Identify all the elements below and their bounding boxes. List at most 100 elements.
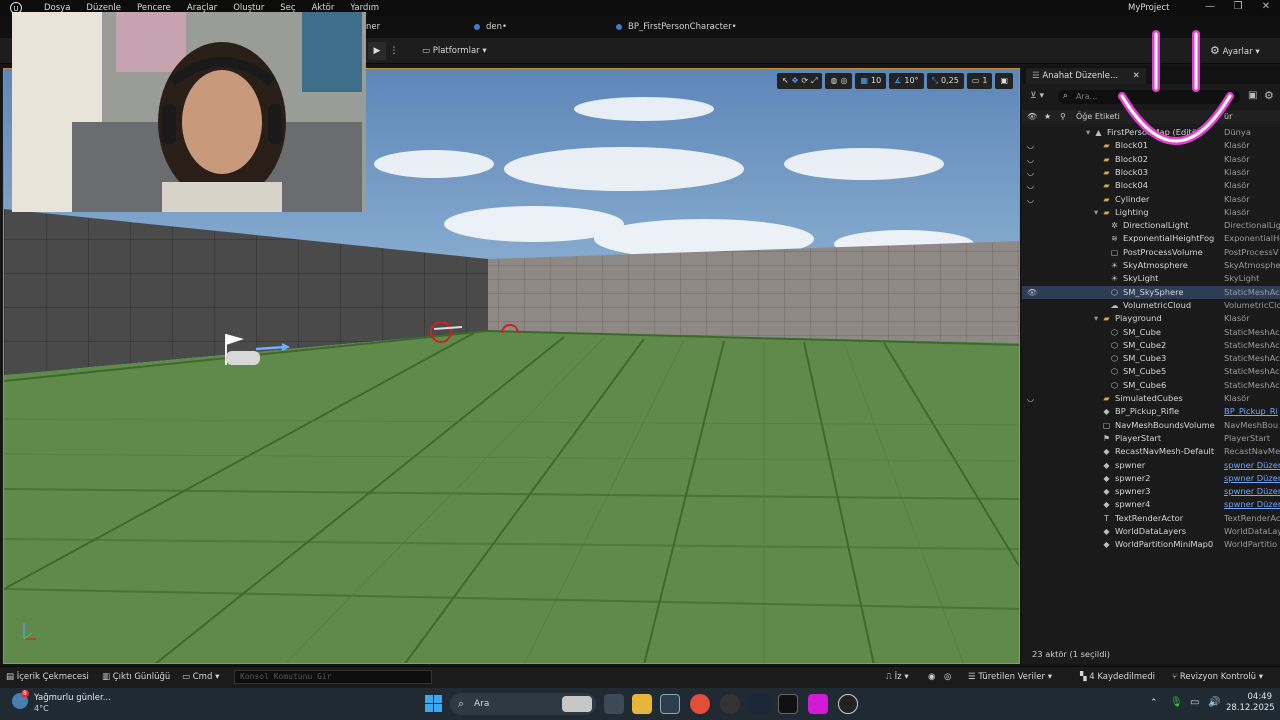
derived-data-button[interactable]: ☰ Türetilen Veriler ▾: [968, 671, 1052, 683]
outliner-row[interactable]: ◆ spwner3 spwner Düzer: [1022, 485, 1280, 498]
outliner-row[interactable]: ✲ DirectionalLight DirectionalLig: [1022, 219, 1280, 232]
outliner-row[interactable]: ▾ ▰ Playground Klasör: [1022, 312, 1280, 325]
visibility-eye-icon[interactable]: 👁: [1027, 286, 1037, 299]
outliner-item-type[interactable]: BP_Pickup_Ri: [1224, 405, 1280, 418]
filter-icon[interactable]: ⊻ ▾: [1030, 91, 1044, 101]
outliner-row[interactable]: ☁ VolumetricCloud VolumetricClo: [1022, 299, 1280, 312]
rotation-snap[interactable]: ∡ 10°: [889, 73, 924, 89]
outliner-row[interactable]: ◆ spwner spwner Düzer: [1022, 459, 1280, 472]
visibility-eye-icon[interactable]: ◡: [1027, 392, 1034, 405]
weather-text[interactable]: Yağmurlu günler...: [34, 693, 111, 703]
outliner-row[interactable]: ▢ PostProcessVolume PostProcessV: [1022, 246, 1280, 259]
windows-start-icon[interactable]: [425, 695, 442, 712]
github-icon[interactable]: [720, 694, 740, 714]
expand-arrow-icon[interactable]: ▾: [1094, 206, 1102, 219]
outliner-row[interactable]: ◡ ▰ Cylinder Klasör: [1022, 193, 1280, 206]
file-explorer-icon[interactable]: [632, 694, 652, 714]
coordinate-space[interactable]: ◍ ◎: [825, 73, 853, 89]
translate-icon[interactable]: ✥: [792, 73, 799, 89]
outliner-row[interactable]: ▢ NavMeshBoundsVolume NavMeshBou: [1022, 419, 1280, 432]
visibility-eye-icon[interactable]: ◡: [1027, 153, 1034, 166]
output-log-button[interactable]: ▥ Çıktı Günlüğü: [102, 671, 170, 683]
outliner-row[interactable]: ◆ BP_Pickup_Rifle BP_Pickup_Ri: [1022, 405, 1280, 418]
microphone-icon[interactable]: 🎙: [1170, 697, 1183, 708]
outliner-item-name: ▾ ▰ Playground: [1094, 312, 1162, 325]
outliner-row[interactable]: ≋ ExponentialHeightFog ExponentialHe: [1022, 232, 1280, 245]
outliner-row[interactable]: ▾ ▰ Lighting Klasör: [1022, 206, 1280, 219]
scale-icon[interactable]: ⤢: [811, 73, 817, 89]
outliner-row[interactable]: ⬡ SM_Cube5 StaticMeshAc: [1022, 365, 1280, 378]
transform-tools[interactable]: ↖ ✥ ⟳ ⤢: [776, 73, 823, 89]
unreal-editor-icon[interactable]: [838, 694, 858, 714]
network-icon[interactable]: ▭: [1190, 697, 1199, 708]
visibility-eye-icon[interactable]: ◡: [1027, 166, 1034, 179]
add-folder-icon[interactable]: ▣: [1248, 90, 1257, 101]
record-icon[interactable]: ◉: [928, 671, 935, 683]
tab-den[interactable]: den•: [474, 16, 507, 38]
content-drawer-button[interactable]: ▤ İçerik Çekmecesi: [6, 671, 89, 683]
outliner-row[interactable]: ⬡ SM_Cube StaticMeshAc: [1022, 326, 1280, 339]
weather-icon[interactable]: 8: [12, 690, 29, 709]
app-pink-icon[interactable]: [808, 694, 828, 714]
outliner-row[interactable]: ◡ ▰ Block03 Klasör: [1022, 166, 1280, 179]
close-icon[interactable]: ✕: [1258, 1, 1274, 12]
outliner-row[interactable]: T TextRenderActor TextRenderAc: [1022, 512, 1280, 525]
outliner-row[interactable]: ◆ RecastNavMesh-Default RecastNavMe: [1022, 445, 1280, 458]
outliner-item-name: ☀ SkyLight: [1102, 272, 1159, 285]
expand-arrow-icon[interactable]: ▾: [1094, 312, 1102, 325]
scale-snap[interactable]: ⤡ 0,25: [926, 73, 964, 89]
unsaved-button[interactable]: ▚ 4 Kaydedilmedi: [1080, 671, 1155, 683]
folder-icon: ▰: [1103, 181, 1110, 191]
settings-gear-icon[interactable]: ⚙: [1264, 89, 1274, 102]
outliner-item-type[interactable]: spwner Düzer: [1224, 472, 1280, 485]
trace-dropdown[interactable]: ⎍ İz ▾: [886, 671, 909, 683]
outliner-row[interactable]: ☀ SkyAtmosphere SkyAtmosphe: [1022, 259, 1280, 272]
visibility-eye-icon[interactable]: ◡: [1027, 139, 1034, 152]
tab-level[interactable]: ner: [366, 16, 380, 38]
outliner-row[interactable]: ◆ WorldPartitionMiniMap0 WorldPartitio: [1022, 538, 1280, 551]
outliner-row[interactable]: 👁 ⬡ SM_SkySphere StaticMeshAc: [1022, 285, 1280, 299]
store-icon[interactable]: [660, 694, 680, 714]
outliner-item-type[interactable]: spwner Düzer: [1224, 459, 1280, 472]
rotate-icon[interactable]: ⟳: [801, 73, 808, 89]
outliner-row[interactable]: ◆ spwner2 spwner Düzer: [1022, 472, 1280, 485]
outliner-item-type[interactable]: spwner Düzer: [1224, 485, 1280, 498]
outliner-item-name: ◆ BP_Pickup_Rifle: [1094, 405, 1179, 418]
outliner-row[interactable]: ⬡ SM_Cube3 StaticMeshAc: [1022, 352, 1280, 365]
minimize-icon[interactable]: —: [1202, 1, 1218, 12]
task-view-icon[interactable]: [604, 694, 624, 714]
platforms-button[interactable]: ▭ Platformlar ▾: [422, 42, 487, 60]
outliner-row[interactable]: ◡ ▰ Block04 Klasör: [1022, 179, 1280, 192]
project-name: MyProject: [1128, 3, 1170, 13]
restore-icon[interactable]: ❐: [1230, 1, 1246, 12]
chevron-up-icon[interactable]: ⌃: [1150, 698, 1158, 708]
outliner-item-type: Klasör: [1224, 166, 1250, 177]
volume-icon[interactable]: 🔊: [1208, 697, 1220, 708]
outliner-row[interactable]: ◡ ▰ SimulatedCubes Klasör: [1022, 392, 1280, 405]
revision-control-button[interactable]: ⑂ Revizyon Kontrolü ▾: [1172, 671, 1263, 683]
play-icon[interactable]: ▶: [368, 42, 386, 60]
tab-bp-firstpersoncharacter[interactable]: BP_FirstPersonCharacter•: [616, 16, 737, 38]
outliner-row[interactable]: ◆ WorldDataLayers WorldDataLay: [1022, 525, 1280, 538]
epic-games-icon[interactable]: [778, 694, 798, 714]
steam-icon[interactable]: [750, 694, 770, 714]
visibility-eye-icon[interactable]: ◡: [1027, 193, 1034, 206]
taskbar-clock[interactable]: 04:49 28.12.2025: [1226, 692, 1275, 714]
grid-snap[interactable]: ▦ 10: [855, 73, 887, 89]
outliner-row[interactable]: ☀ SkyLight SkyLight: [1022, 272, 1280, 285]
camera-capture-icon[interactable]: ◎: [944, 671, 951, 683]
outliner-row[interactable]: ⚑ PlayerStart PlayerStart: [1022, 432, 1280, 445]
visibility-eye-icon[interactable]: ◡: [1027, 179, 1034, 192]
chrome-icon[interactable]: [690, 694, 710, 714]
outliner-item-type[interactable]: spwner Düzer: [1224, 498, 1280, 511]
outliner-row[interactable]: ⬡ SM_Cube2 StaticMeshAc: [1022, 339, 1280, 352]
outliner-row[interactable]: ⬡ SM_Cube6 StaticMeshAc: [1022, 379, 1280, 392]
console-command-input[interactable]: Konsol Komutunu Gir: [234, 670, 432, 684]
viewport-layout[interactable]: ▣: [995, 73, 1013, 89]
play-options-icon[interactable]: ⋮: [389, 42, 399, 60]
cmd-dropdown[interactable]: ▭ Cmd ▾: [182, 671, 219, 683]
expand-arrow-icon[interactable]: ▾: [1086, 126, 1094, 139]
select-icon[interactable]: ↖: [782, 73, 789, 89]
outliner-row[interactable]: ◆ spwner4 spwner Düzer: [1022, 498, 1280, 511]
camera-speed[interactable]: ▭ 1: [966, 73, 993, 89]
